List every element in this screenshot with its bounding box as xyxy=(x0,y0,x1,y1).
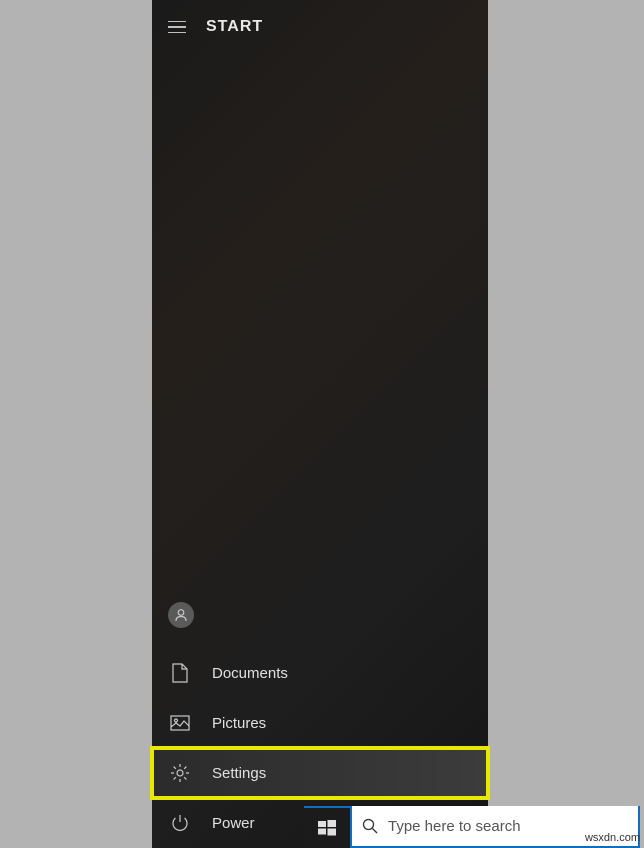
start-header: START xyxy=(152,0,488,54)
start-button[interactable] xyxy=(304,808,350,848)
start-title: START xyxy=(206,18,263,36)
menu-item-documents[interactable]: Documents xyxy=(152,648,488,698)
pictures-icon xyxy=(170,713,190,733)
windows-icon xyxy=(318,819,336,837)
gear-icon xyxy=(170,763,190,783)
pictures-label: Pictures xyxy=(212,715,266,732)
menu-item-settings[interactable]: Settings xyxy=(152,748,488,798)
search-icon xyxy=(362,818,378,834)
watermark: wsxdn.com xyxy=(585,832,640,844)
user-account-button[interactable] xyxy=(152,592,488,638)
hamburger-icon[interactable] xyxy=(168,21,186,34)
power-icon xyxy=(170,813,190,833)
start-menu: START Documents Pictures Settings xyxy=(152,0,488,848)
document-icon xyxy=(170,663,190,683)
power-label: Power xyxy=(212,815,255,832)
documents-label: Documents xyxy=(212,665,288,682)
menu-item-pictures[interactable]: Pictures xyxy=(152,698,488,748)
spacer xyxy=(152,54,488,592)
user-avatar-icon xyxy=(168,602,194,628)
settings-label: Settings xyxy=(212,765,266,782)
